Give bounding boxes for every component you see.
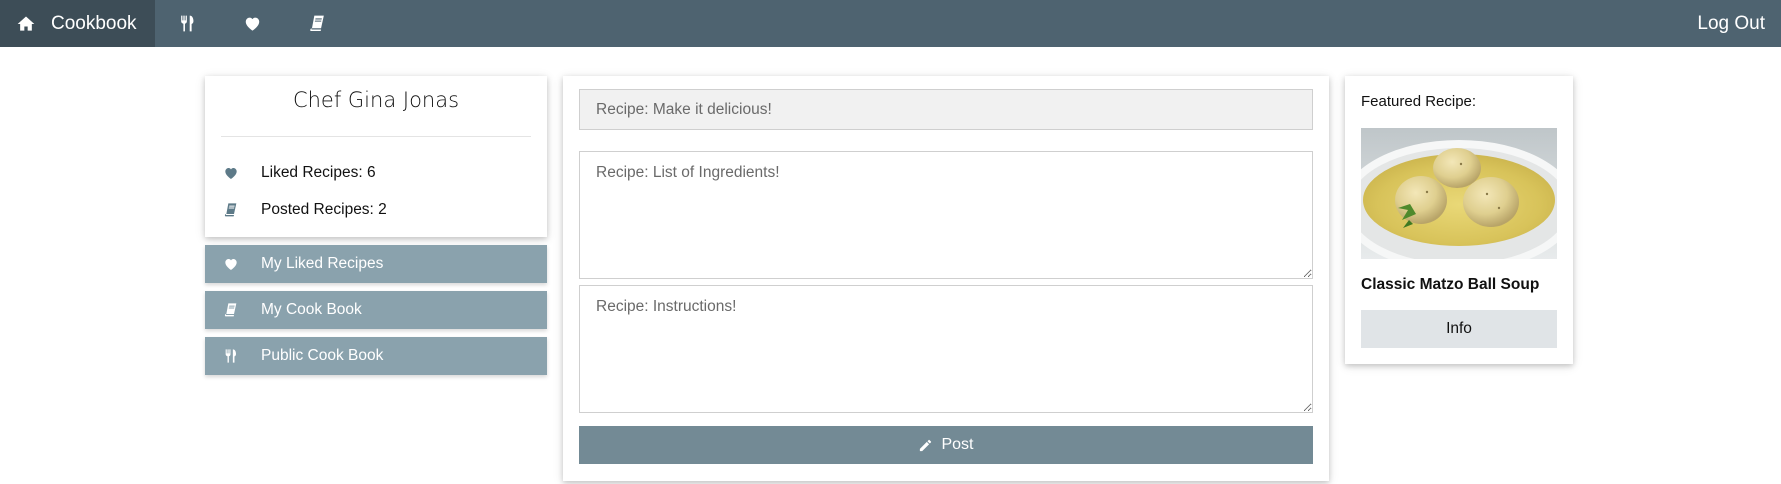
recipe-instructions-textarea[interactable] <box>579 285 1313 413</box>
book-icon <box>310 15 324 32</box>
post-button[interactable]: Post <box>579 426 1313 464</box>
home-icon <box>17 16 35 31</box>
sidebar-item-my-cookbook[interactable]: My Cook Book <box>205 291 547 329</box>
featured-recipe-image[interactable] <box>1361 128 1557 259</box>
liked-recipes-stat: Liked Recipes: 6 <box>223 164 376 182</box>
nav-home-link[interactable]: Cookbook <box>0 0 155 47</box>
featured-recipe-name: Classic Matzo Ball Soup <box>1361 276 1540 293</box>
heart-icon <box>225 168 237 179</box>
recipe-form-card: Post <box>563 76 1329 481</box>
utensils-icon <box>181 15 194 32</box>
utensils-icon <box>225 349 236 363</box>
featured-recipe-label: Featured Recipe: <box>1361 93 1477 110</box>
sidebar-item-label: Public Cook Book <box>261 347 384 364</box>
featured-info-button[interactable]: Info <box>1361 310 1557 348</box>
featured-recipe-card: Featured Recipe: Classic Matzo Ball Soup… <box>1345 76 1573 364</box>
liked-recipes-count: Liked Recipes: 6 <box>261 164 376 181</box>
sidebar-item-label: My Cook Book <box>261 301 362 318</box>
nav-public-cookbook-button[interactable] <box>155 0 220 47</box>
sidebar-item-public-cookbook[interactable]: Public Cook Book <box>205 337 547 375</box>
post-button-label: Post <box>941 436 974 453</box>
posted-recipes-count: Posted Recipes: 2 <box>261 201 387 218</box>
logout-link[interactable]: Log Out <box>1697 0 1765 47</box>
profile-divider <box>221 136 531 137</box>
nav-liked-button[interactable] <box>220 0 285 47</box>
nav-my-cookbook-button[interactable] <box>285 0 350 47</box>
top-navbar: Cookbook Log Out <box>0 0 1781 47</box>
heart-icon <box>225 259 237 270</box>
chef-name: Chef Gina Jonas <box>292 88 460 112</box>
pencil-icon <box>920 439 932 451</box>
sidebar-item-label: My Liked Recipes <box>261 255 384 272</box>
sidebar-item-liked-recipes[interactable]: My Liked Recipes <box>205 245 547 283</box>
book-icon <box>224 203 237 217</box>
recipe-title-input[interactable] <box>579 89 1313 130</box>
recipe-ingredients-textarea[interactable] <box>579 151 1313 279</box>
heart-icon <box>245 17 260 31</box>
nav-brand-label: Cookbook <box>51 12 137 34</box>
matzo-ball-soup-photo <box>1361 128 1557 259</box>
posted-recipes-stat: Posted Recipes: 2 <box>223 201 387 219</box>
book-icon <box>224 303 237 317</box>
